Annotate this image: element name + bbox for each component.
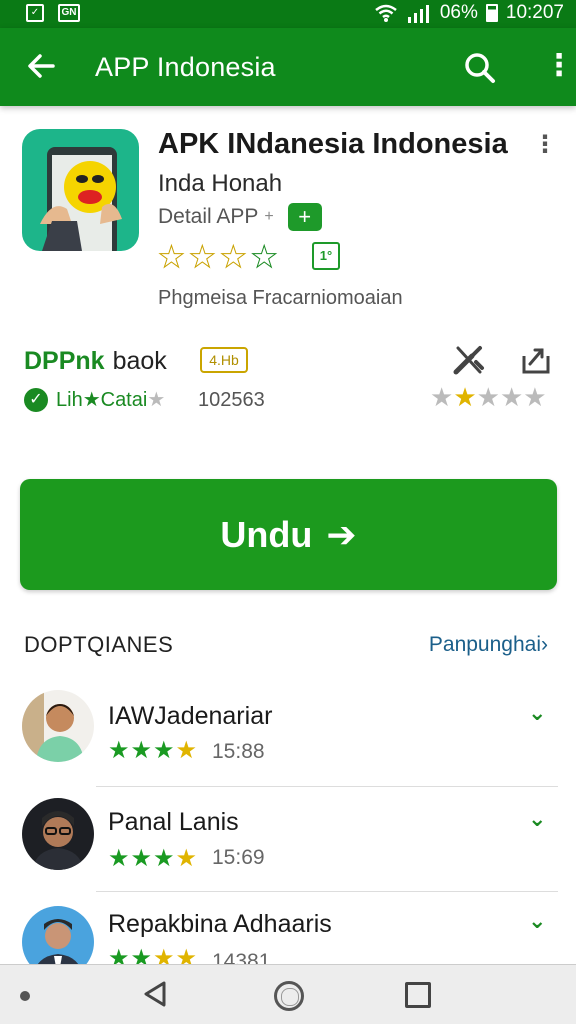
- chevron-down-icon[interactable]: ⌄: [528, 700, 546, 726]
- star-outline-icon: ★: [188, 241, 216, 275]
- download-count: 102563: [198, 389, 265, 411]
- developer-name[interactable]: Inda Honah: [158, 170, 282, 198]
- nav-recents-icon[interactable]: [405, 982, 431, 1008]
- star-icon: ★: [147, 389, 166, 411]
- battery-percent: 06%: [439, 2, 478, 23]
- star-icon[interactable]: ★: [477, 382, 500, 412]
- status-bar: ✓ GN 06% 10:207: [0, 0, 576, 28]
- star-outline-icon: ★: [250, 241, 278, 275]
- star-icon[interactable]: ★: [430, 382, 453, 412]
- wifi-icon: [375, 4, 397, 22]
- check-circle-icon: ✓: [24, 387, 48, 412]
- signal-icon: [407, 5, 429, 23]
- install-button[interactable]: Undu ➔: [20, 479, 557, 590]
- notification-icon: ✓: [26, 4, 44, 22]
- category-row: Detail APP + +: [158, 203, 322, 231]
- app-icon: [22, 129, 139, 251]
- nav-back-icon[interactable]: [140, 979, 170, 1009]
- battery-icon: [485, 4, 498, 22]
- editors-choice-badge: +: [287, 203, 322, 231]
- avatar: [22, 690, 94, 762]
- divider: [96, 891, 558, 892]
- list-item-name: Repakbina Adhaaris: [108, 910, 332, 938]
- app-rating-stars: ★ ★ ★ ★: [158, 240, 279, 275]
- size-badge: 4.Hb: [200, 347, 248, 373]
- star-icon[interactable]: ★: [523, 382, 546, 412]
- list-item[interactable]: Panal Lanis ★★★★ 15:69 ⌄: [0, 788, 576, 894]
- back-arrow-icon[interactable]: [22, 48, 60, 86]
- price-label: DPPnk baok: [24, 347, 167, 376]
- nav-dot-icon: [20, 991, 30, 1001]
- star-icon[interactable]: ★: [453, 382, 476, 412]
- price-label-suffix: baok: [112, 347, 167, 375]
- search-icon[interactable]: [460, 48, 500, 88]
- list-item-name: Panal Lanis: [108, 808, 239, 836]
- section-title: DOPTQIANES: [24, 632, 174, 657]
- chevron-down-icon[interactable]: ⌄: [528, 806, 546, 832]
- list-item-time: 15:88: [212, 740, 265, 763]
- list-item-name: IAWJadenariar: [108, 702, 273, 730]
- tools-icon[interactable]: [450, 342, 486, 378]
- avatar: [22, 798, 94, 870]
- chevron-down-icon[interactable]: ⌄: [528, 908, 546, 934]
- category-suffix: +: [264, 208, 274, 225]
- divider: [96, 786, 558, 787]
- share-icon[interactable]: [518, 342, 554, 378]
- app-bar-title: APP Indonesia: [95, 52, 276, 82]
- star-outline-icon: ★: [158, 241, 186, 275]
- star-icon[interactable]: ★: [500, 382, 523, 412]
- category-label: Detail APP: [158, 205, 259, 228]
- clock: 10:207: [505, 2, 564, 23]
- app-bar: APP Indonesia ⋮: [0, 28, 576, 106]
- section-more-link[interactable]: Panpunghai›: [429, 633, 548, 657]
- app-description: Phgmeisa Fracarniomoaian: [158, 287, 403, 309]
- install-label: Undu: [220, 513, 313, 555]
- user-rating-stars[interactable]: ★★★★★: [430, 382, 547, 413]
- nav-home-icon[interactable]: [274, 981, 304, 1011]
- verified-row: ✓ Lih★Catai ★: [24, 387, 165, 412]
- more-vert-icon[interactable]: ⋮: [544, 50, 574, 86]
- app-name: APK INdanesia Indonesia: [158, 128, 508, 160]
- list-item[interactable]: IAWJadenariar ★★★★ 15:88 ⌄: [0, 680, 576, 786]
- list-item-time: 15:69: [212, 846, 265, 869]
- star-outline-icon: ★: [219, 241, 247, 275]
- system-nav-bar: [0, 964, 576, 1024]
- arrow-right-icon: ➔: [326, 513, 357, 555]
- sim-icon: GN: [58, 4, 80, 22]
- list-item-stars: ★★★★: [108, 845, 199, 872]
- verified-label: Lih★Catai: [56, 389, 148, 411]
- list-item-stars: ★★★★: [108, 737, 199, 764]
- content-rating-badge: 1°: [312, 242, 340, 270]
- price-label-main: DPPnk: [24, 347, 105, 375]
- overflow-menu-icon[interactable]: ⋮: [533, 133, 557, 160]
